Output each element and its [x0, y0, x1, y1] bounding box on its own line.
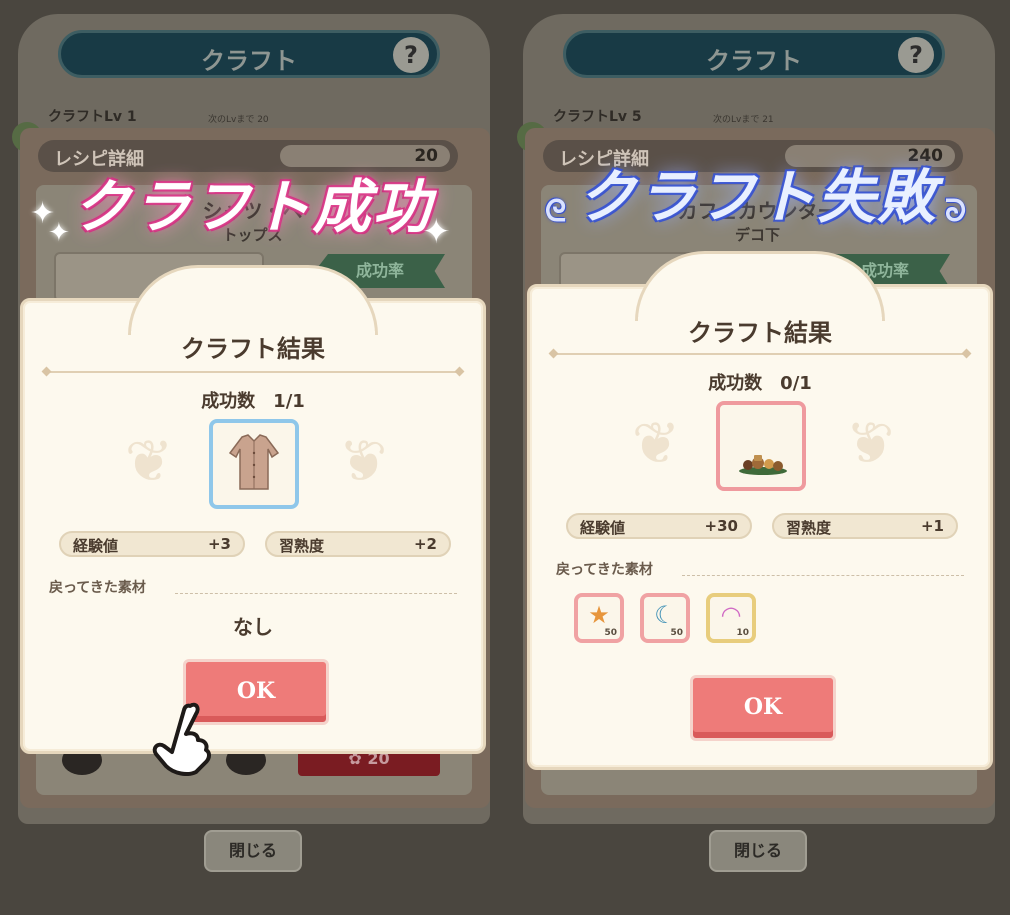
exp-stat: 経験値 +3: [59, 531, 245, 557]
mastery-stat: 習熟度 +1: [772, 513, 958, 539]
help-icon[interactable]: ?: [898, 37, 934, 73]
laurel-right-icon: ❦: [845, 409, 895, 477]
window-title-bar: クラフト ?: [58, 30, 440, 78]
dialog-cap: [635, 251, 885, 327]
exp-value: +30: [704, 517, 738, 535]
exp-label: 経験値: [73, 537, 119, 555]
shirt-icon: [228, 434, 280, 490]
window-title-bar: クラフト ?: [563, 30, 945, 78]
rainbow-icon: ◠: [720, 601, 742, 629]
window-title: クラフト: [706, 47, 802, 75]
craft-result-dialog: クラフト結果 成功数 1/1 ❦ ❦ 経験値 +3 習熟度 +2 戻ってきた素材…: [20, 265, 486, 754]
mastery-value: +1: [920, 517, 944, 535]
returned-none: なし: [233, 615, 273, 639]
divider: [554, 353, 966, 355]
left-panel: クラフト ? クラフトLv 1 次のLvまで 20 レシピ詳細 20 シャツ・ベ…: [0, 0, 505, 915]
material-qty: 50: [604, 628, 617, 638]
success-count: 成功数 1/1: [201, 391, 305, 412]
crafted-item[interactable]: [716, 401, 806, 491]
sparkle-icon: ✦: [48, 218, 70, 248]
dialog-title: クラフト結果: [688, 319, 832, 347]
laurel-left-icon: ❦: [124, 427, 174, 495]
craft-level: クラフトLv 1: [48, 109, 137, 125]
ok-button[interactable]: OK: [690, 675, 836, 741]
star-icon: ★: [588, 601, 610, 629]
craft-level: クラフトLv 5: [553, 109, 642, 125]
material-item[interactable]: ◠ 10: [706, 593, 756, 643]
material-item[interactable]: ☾ 50: [640, 593, 690, 643]
success-count: 成功数 0/1: [708, 373, 812, 394]
dashed-divider: [682, 575, 964, 576]
mastery-label: 習熟度: [786, 519, 832, 537]
help-icon[interactable]: ?: [393, 37, 429, 73]
swirl-right-icon: ᘐ: [945, 194, 967, 229]
craft-level-next: 次のLvまで 21: [713, 115, 774, 125]
material-item[interactable]: ★ 50: [574, 593, 624, 643]
divider: [47, 371, 459, 373]
laurel-left-icon: ❦: [631, 409, 681, 477]
close-button[interactable]: 閉じる: [709, 830, 807, 872]
pointer-hand-icon: [152, 702, 211, 776]
mastery-stat: 習熟度 +2: [265, 531, 451, 557]
dashed-divider: [175, 593, 457, 594]
mastery-value: +2: [413, 535, 437, 553]
material-qty: 50: [670, 628, 683, 638]
material-qty: 10: [736, 628, 749, 638]
sparkle-icon: ✦: [422, 212, 451, 252]
dialog-title: クラフト結果: [181, 335, 325, 363]
craft-fail-headline: クラフト失敗: [577, 163, 938, 231]
craft-result-dialog: クラフト結果 成功数 0/1 ❦ ❦ 経験値 +30 習熟度 +1 戻ってきた素…: [527, 251, 993, 770]
returned-materials-label: 戻ってきた素材: [556, 562, 653, 578]
cafe-counter-icon: [739, 455, 787, 475]
returned-materials-label: 戻ってきた素材: [49, 580, 146, 596]
moon-icon: ☾: [654, 601, 676, 629]
laurel-right-icon: ❦: [338, 427, 388, 495]
exp-value: +3: [207, 535, 231, 553]
craft-level-next: 次のLvまで 20: [208, 115, 269, 125]
close-button[interactable]: 閉じる: [204, 830, 302, 872]
crafted-item[interactable]: [209, 419, 299, 509]
exp-label: 経験値: [580, 519, 626, 537]
window-title: クラフト: [201, 47, 297, 75]
swirl-left-icon: ᘓ: [545, 194, 567, 229]
right-panel: クラフト ? クラフトLv 5 次のLvまで 21 レシピ詳細 240 カフェカ…: [505, 0, 1010, 915]
exp-stat: 経験値 +30: [566, 513, 752, 539]
mastery-label: 習熟度: [279, 537, 325, 555]
dialog-cap: [128, 265, 378, 341]
